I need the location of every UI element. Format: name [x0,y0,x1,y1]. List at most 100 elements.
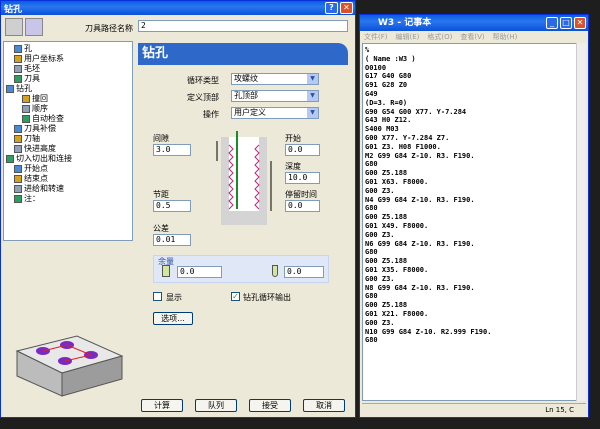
text-line: S400 M03 [365,125,399,134]
tree-item-label: 孔 [24,44,32,53]
accept-button[interactable]: 接受 [249,399,291,412]
start-label: 开始 [285,134,301,143]
tree-item[interactable]: 切入切出和连接 [6,154,130,164]
dialog-title: 钻孔 [4,4,23,15]
tree-item[interactable]: 刀轴 [6,134,130,144]
text-line: % [365,46,370,54]
text-line: G01 X63. F8000. [365,177,429,186]
menu-item[interactable]: 帮助(H) [493,31,518,43]
chevron-down-icon: ▼ [307,74,318,84]
menu-item[interactable]: 编辑(E) [396,31,420,43]
axial-allowance-icon [272,265,278,277]
chevron-down-icon: ▼ [307,108,318,118]
tree-item[interactable]: 毛坯 [6,64,130,74]
text-line: G01 X21. F8000. [365,309,429,318]
tree-item[interactable]: 顺序 [6,104,130,114]
clearance-input[interactable]: 3.0 [153,144,191,156]
tree-item[interactable]: 用户坐标系 [6,54,130,64]
tree-node-icon [6,85,14,93]
tree-view[interactable]: 孔用户坐标系 毛坯 刀具 钻孔 撞回 顺序 自动检查 刀具补偿 刀轴 快进高度 切入切出和连接 开始点… [3,41,133,241]
depth-input[interactable]: 10.0 [285,172,320,184]
allowance-left-input[interactable]: 0.0 [177,266,222,278]
library-icon[interactable] [25,18,43,36]
tree-item-label: 结束点 [24,174,48,183]
tree-item[interactable]: 撞回 [6,94,130,104]
tree-item-label: 钻孔 [16,84,32,93]
tree-item-label: 用户坐标系 [24,54,64,63]
show-checkbox[interactable] [153,292,162,301]
menu-item[interactable]: 格式(O) [427,31,452,43]
drilling-dialog: 钻孔 ? ✕ 刀具路径名称 2 孔用户坐标系 毛坯 刀具 钻孔 撞回 顺序 自动检查 刀具补偿… [0,0,356,418]
tree-item[interactable]: 孔 [6,44,130,54]
operation-select[interactable]: 用户定义 ▼ [231,107,319,119]
text-line: G00 Z5.188 [365,169,408,178]
cycle-type-label: 循环类型 [187,76,219,85]
tree-node-icon [14,55,22,63]
text-line: G00 Z5.188 [365,301,408,310]
cycle-type-select[interactable]: 攻螺纹 ▼ [231,73,319,85]
allowance-right-input[interactable]: 0.0 [284,266,324,278]
defined-top-label: 定义顶部 [187,93,219,102]
tree-item[interactable]: 快进高度 [6,144,130,154]
text-line: G91 G28 Z0 [365,81,408,90]
tool-path-name-input[interactable]: 2 [138,20,348,32]
tree-item[interactable]: 注： [6,194,130,204]
tree-item[interactable]: 结束点 [6,174,130,184]
tolerance-input[interactable]: 0.01 [153,234,191,246]
pitch-input[interactable]: 0.5 [153,200,191,212]
tree-node-icon [14,185,22,193]
tree-node-icon [14,125,22,133]
output-cycle-checkbox[interactable]: ✓ [231,292,240,301]
tree-item-label: 切入切出和连接 [16,154,72,163]
part-preview [15,335,124,397]
menu-item[interactable]: 文件(F) [364,31,388,43]
dialog-titlebar[interactable]: 钻孔 [1,1,355,15]
tree-item-label: 撞回 [32,94,48,103]
close-icon[interactable]: ✕ [574,17,586,29]
text-line: G80 [365,292,378,301]
tree-item-label: 快进高度 [24,144,56,153]
notepad-text-area[interactable]: %( Name :W3 ) O0100 G17 G40 G80 G91 G28 Z0 G… [362,43,577,401]
minimize-icon[interactable]: _ [546,17,558,29]
tree-item-label: 毛坯 [24,64,40,73]
calculate-button[interactable]: 计算 [141,399,183,412]
text-line: G01 Z3. H08 F1000. [365,142,441,151]
gear-icon[interactable] [5,18,23,36]
maximize-icon[interactable]: □ [560,17,572,29]
text-line: N6 G99 G84 Z-10. R3. F190. [365,239,475,248]
status-bar: Ln 15, C [362,403,586,415]
tree-item[interactable]: 刀具 [6,74,130,84]
tolerance-label: 公差 [153,224,169,233]
tree-item-label: 注： [24,194,40,203]
options-button[interactable]: 选项... [153,312,193,325]
tree-node-icon [14,195,22,203]
text-line: (D=3. R=0) [365,98,408,107]
text-line: G80 [365,204,378,213]
close-button[interactable]: ✕ [340,2,353,14]
tapping-diagram [216,131,272,225]
tool-allowance-icon [162,265,170,277]
tree-item[interactable]: 开始点 [6,164,130,174]
tree-item[interactable]: 进给和转速 [6,184,130,194]
cancel-button[interactable]: 取消 [303,399,345,412]
notepad-title: W3 - 记事本 [378,18,432,28]
tree-item[interactable]: 刀具补偿 [6,124,130,134]
text-line: M2 G99 G84 Z-10. R3. F190. [365,151,475,160]
text-line: G00 Z5.188 [365,213,408,222]
defined-top-select[interactable]: 孔顶部 ▼ [231,90,319,102]
operation-label: 操作 [203,110,219,119]
tree-item[interactable]: 钻孔 [6,84,130,94]
start-input[interactable]: 0.0 [285,144,320,156]
tree-node-icon [14,175,22,183]
dwell-label: 停留时间 [285,190,317,199]
queue-button[interactable]: 队列 [195,399,237,412]
text-line: G80 [365,160,378,169]
dwell-input[interactable]: 0.0 [285,200,320,212]
vertical-scrollbar[interactable] [576,43,586,401]
defined-top-value: 孔顶部 [234,91,258,100]
tree-node-icon [14,145,22,153]
tree-item[interactable]: 自动检查 [6,114,130,124]
help-button[interactable]: ? [325,2,338,14]
tree-node-icon [14,65,22,73]
menu-item[interactable]: 查看(V) [460,31,484,43]
